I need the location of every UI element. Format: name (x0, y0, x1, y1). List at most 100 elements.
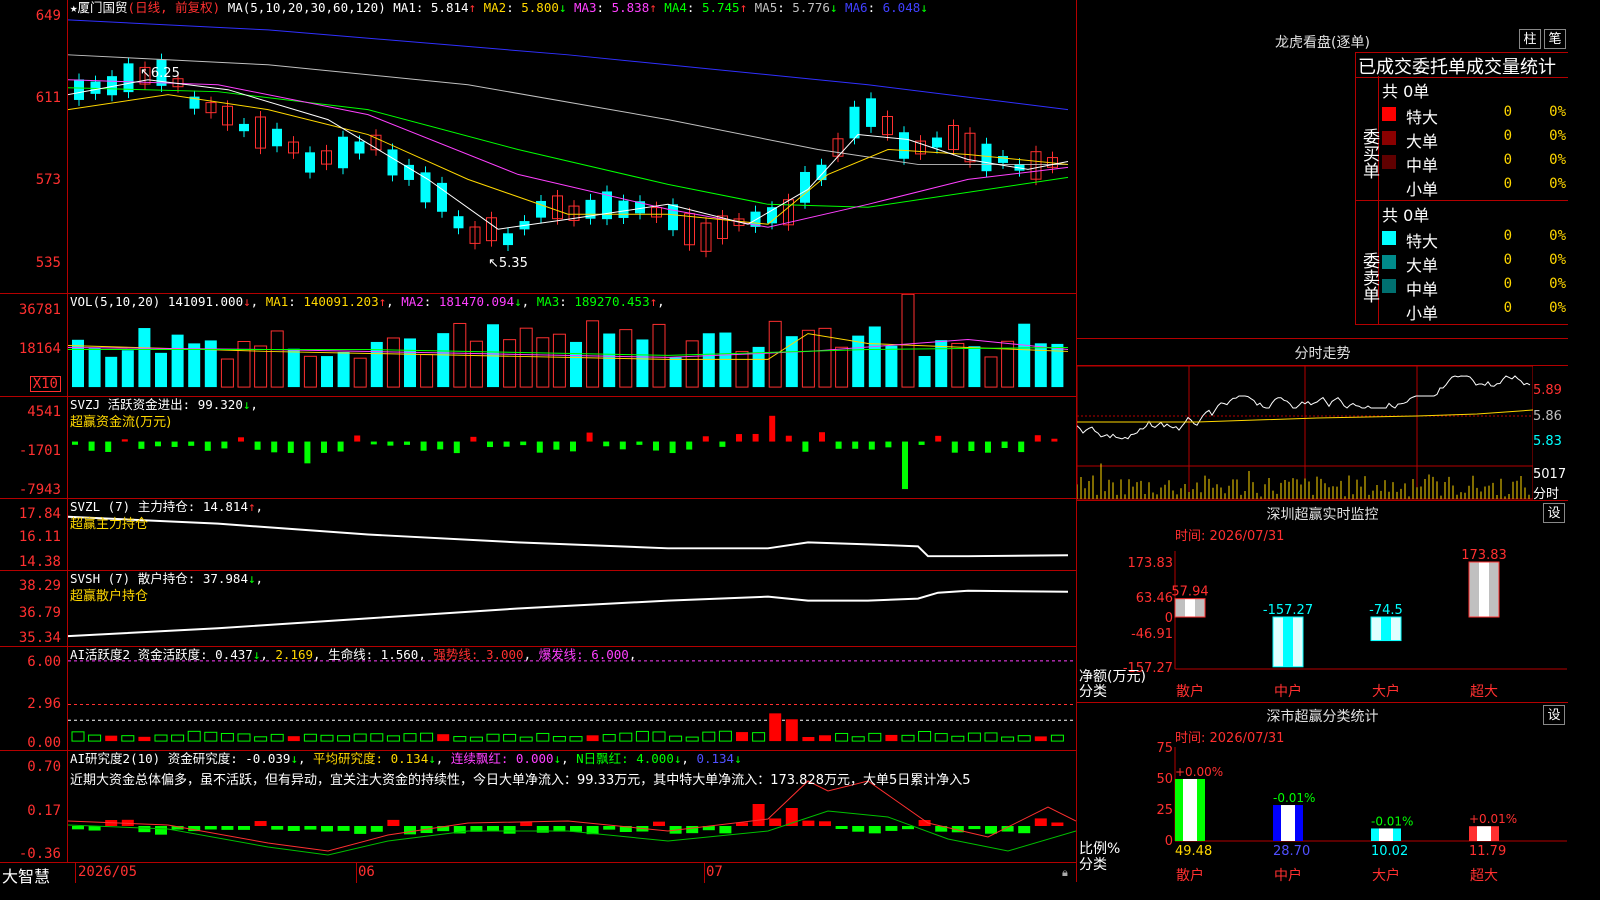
order-swatch (1382, 255, 1396, 269)
ai-activity-panel[interactable]: 6.00 2.96 0.00 AI活跃度2 资金活跃度: 0.437↓, 2.1… (0, 647, 1076, 751)
order-percent: 0% (1549, 176, 1566, 192)
flow-bar (819, 432, 825, 442)
volume-bar (353, 357, 367, 388)
activity-bar (453, 736, 467, 742)
order-percent: 0% (1549, 228, 1566, 244)
volume-bar (636, 339, 649, 388)
intraday-panel[interactable]: 分时走势 5.89 5.86 5.83 5017 分时 (1076, 338, 1568, 502)
ai2-chart[interactable] (68, 751, 1076, 862)
activity-bar (868, 732, 882, 742)
svzj-arrow: ↓ (242, 397, 251, 412)
activity-bar (353, 733, 367, 742)
vol-ma-value: 189270.453 (574, 294, 650, 309)
monitor-bar-core (1283, 617, 1293, 667)
volume-bar (121, 350, 134, 388)
vol-ma-value: 181470.094 (438, 294, 515, 309)
svzl-panel[interactable]: 17.84 16.11 14.38 SVZL (7) 主力持仓: 14.814↑… (0, 499, 1076, 571)
date-label: 06 (358, 864, 375, 880)
volume-bar (503, 339, 517, 388)
brand-label[interactable]: 大智慧 (2, 863, 50, 887)
flow-bar (287, 441, 294, 453)
ma-item: MA2 (483, 0, 507, 15)
vol-arrow: ↓ (243, 294, 251, 309)
volume-bar (437, 333, 450, 388)
sz-monitor-chart[interactable]: 173.8363.460-46.91-157.2757.94散户-157.27中… (1077, 541, 1567, 701)
price-panel[interactable]: 649 611 573 535 ★厦门国贸(日线, 前复权) MA(5,10,2… (0, 0, 1076, 294)
ma-value: 6.048 (882, 0, 921, 15)
price-tick: 535 (35, 255, 61, 271)
activity-bar (901, 734, 915, 742)
candlestick-chart[interactable] (68, 0, 1076, 293)
ai1-tick: 2.96 (27, 696, 61, 712)
volume-panel[interactable]: 36781 18164 X10 VOL(5,10,20) 141091.000↓… (0, 294, 1076, 397)
ai1-label: AI活跃度2 (70, 647, 131, 662)
svsh-title: 散户持仓: (137, 571, 196, 586)
sz-stats-chart[interactable]: 75 50 25 0 +0.00% 49.48 散户 -0.01% 28.70 中户 -0.01% 1… (1077, 741, 1567, 883)
order-count: 0 (1503, 104, 1512, 120)
research-bar (287, 826, 300, 831)
flow-bar (1051, 438, 1058, 442)
sz-stats-settings-button[interactable]: 设 (1543, 705, 1565, 725)
order-type: 中单 (1406, 156, 1439, 175)
activity-bar (138, 736, 151, 742)
ma-item: MA6 (844, 0, 868, 15)
monitor-bar-label: -74.5 (1369, 603, 1403, 618)
order-swatch (1382, 155, 1396, 169)
activity-bar (685, 736, 699, 742)
flow-bar (586, 432, 593, 442)
flow-bar (951, 441, 958, 453)
activity-bar (569, 736, 583, 742)
svzj-panel[interactable]: 4541 -1701 -7943 SVZJ 活跃资金进出: 99.320↓, 超… (0, 397, 1076, 499)
flow-bar (636, 441, 643, 445)
sz-stats-panel[interactable]: 深市超赢分类统计 设 时间: 2026/07/31 75 50 25 0 +0.00% 4… (1076, 702, 1568, 883)
date-axis: 大智慧 2026/05 06 07 🔒︎ (0, 862, 1076, 886)
candle-body (981, 143, 992, 172)
lock-icon[interactable]: 🔒︎ (1062, 866, 1068, 880)
stock-name[interactable]: 厦门国贸 (78, 0, 128, 15)
order-count: 0 (1503, 128, 1512, 144)
vol-ma-arrow: ↑ (649, 294, 658, 309)
vol-ma-arrow: ↓ (514, 294, 522, 309)
candle-body (123, 63, 134, 93)
flow-bar (686, 441, 693, 450)
svsh-panel[interactable]: 38.29 36.79 35.34 SVSH (7) 散户持仓: 37.984↓… (0, 571, 1076, 647)
activity-bar (287, 736, 300, 742)
intraday-chart[interactable] (1077, 366, 1533, 500)
monitor-bar-label: 173.83 (1461, 548, 1507, 563)
stats-category: 中户 (1274, 867, 1302, 883)
buy-block: 委买单 共 0单 特大 0 0% 大单 0 0% 中单 0 0% 小单 0 0% (1355, 76, 1568, 201)
activity-bar (702, 731, 716, 742)
ai1-tick: 0.00 (27, 735, 61, 751)
ai2-a1: ↓ (290, 751, 298, 766)
candle-body (849, 106, 860, 139)
activity-bar (835, 732, 849, 742)
sz-monitor-settings-button[interactable]: 设 (1543, 503, 1565, 523)
order-count: 0 (1503, 228, 1512, 244)
flow-bar (155, 441, 161, 447)
price-plot[interactable] (68, 0, 1076, 293)
bar-view-button[interactable]: 柱 (1519, 29, 1541, 49)
research-bar (204, 826, 217, 830)
intra-tick: 5.89 (1533, 383, 1562, 398)
activity-bar (635, 730, 649, 742)
order-type: 特大 (1406, 108, 1439, 127)
tick-view-button[interactable]: 笔 (1544, 29, 1566, 49)
monitor-bar-core (1185, 598, 1195, 617)
volume-bar (835, 346, 849, 388)
vol-header: VOL(5,10,20) 141091.000↓, MA1: 140091.20… (70, 294, 665, 309)
research-bar (1034, 818, 1047, 826)
stats-category: 超大 (1470, 868, 1498, 883)
sz-monitor-panel[interactable]: 深圳超赢实时监控 设 时间: 2026/07/31 173.83 63.46 0 -4… (1076, 500, 1568, 702)
volume-bar (552, 333, 566, 388)
order-percent: 0% (1549, 276, 1566, 292)
flow-bar (404, 441, 410, 445)
ma-arrow: ↑ (649, 0, 657, 15)
ai2-tick: 0.70 (27, 759, 61, 775)
flow-bar (487, 441, 493, 448)
flow-bar (918, 441, 925, 445)
flow-bar (968, 441, 975, 452)
ai-research-panel[interactable]: 0.70 0.17 -0.36 AI研究度2(10) 资金研究度: -0.039… (0, 751, 1076, 862)
order-swatch (1382, 107, 1396, 121)
volume-bar (735, 350, 749, 388)
research-bar (802, 820, 815, 826)
